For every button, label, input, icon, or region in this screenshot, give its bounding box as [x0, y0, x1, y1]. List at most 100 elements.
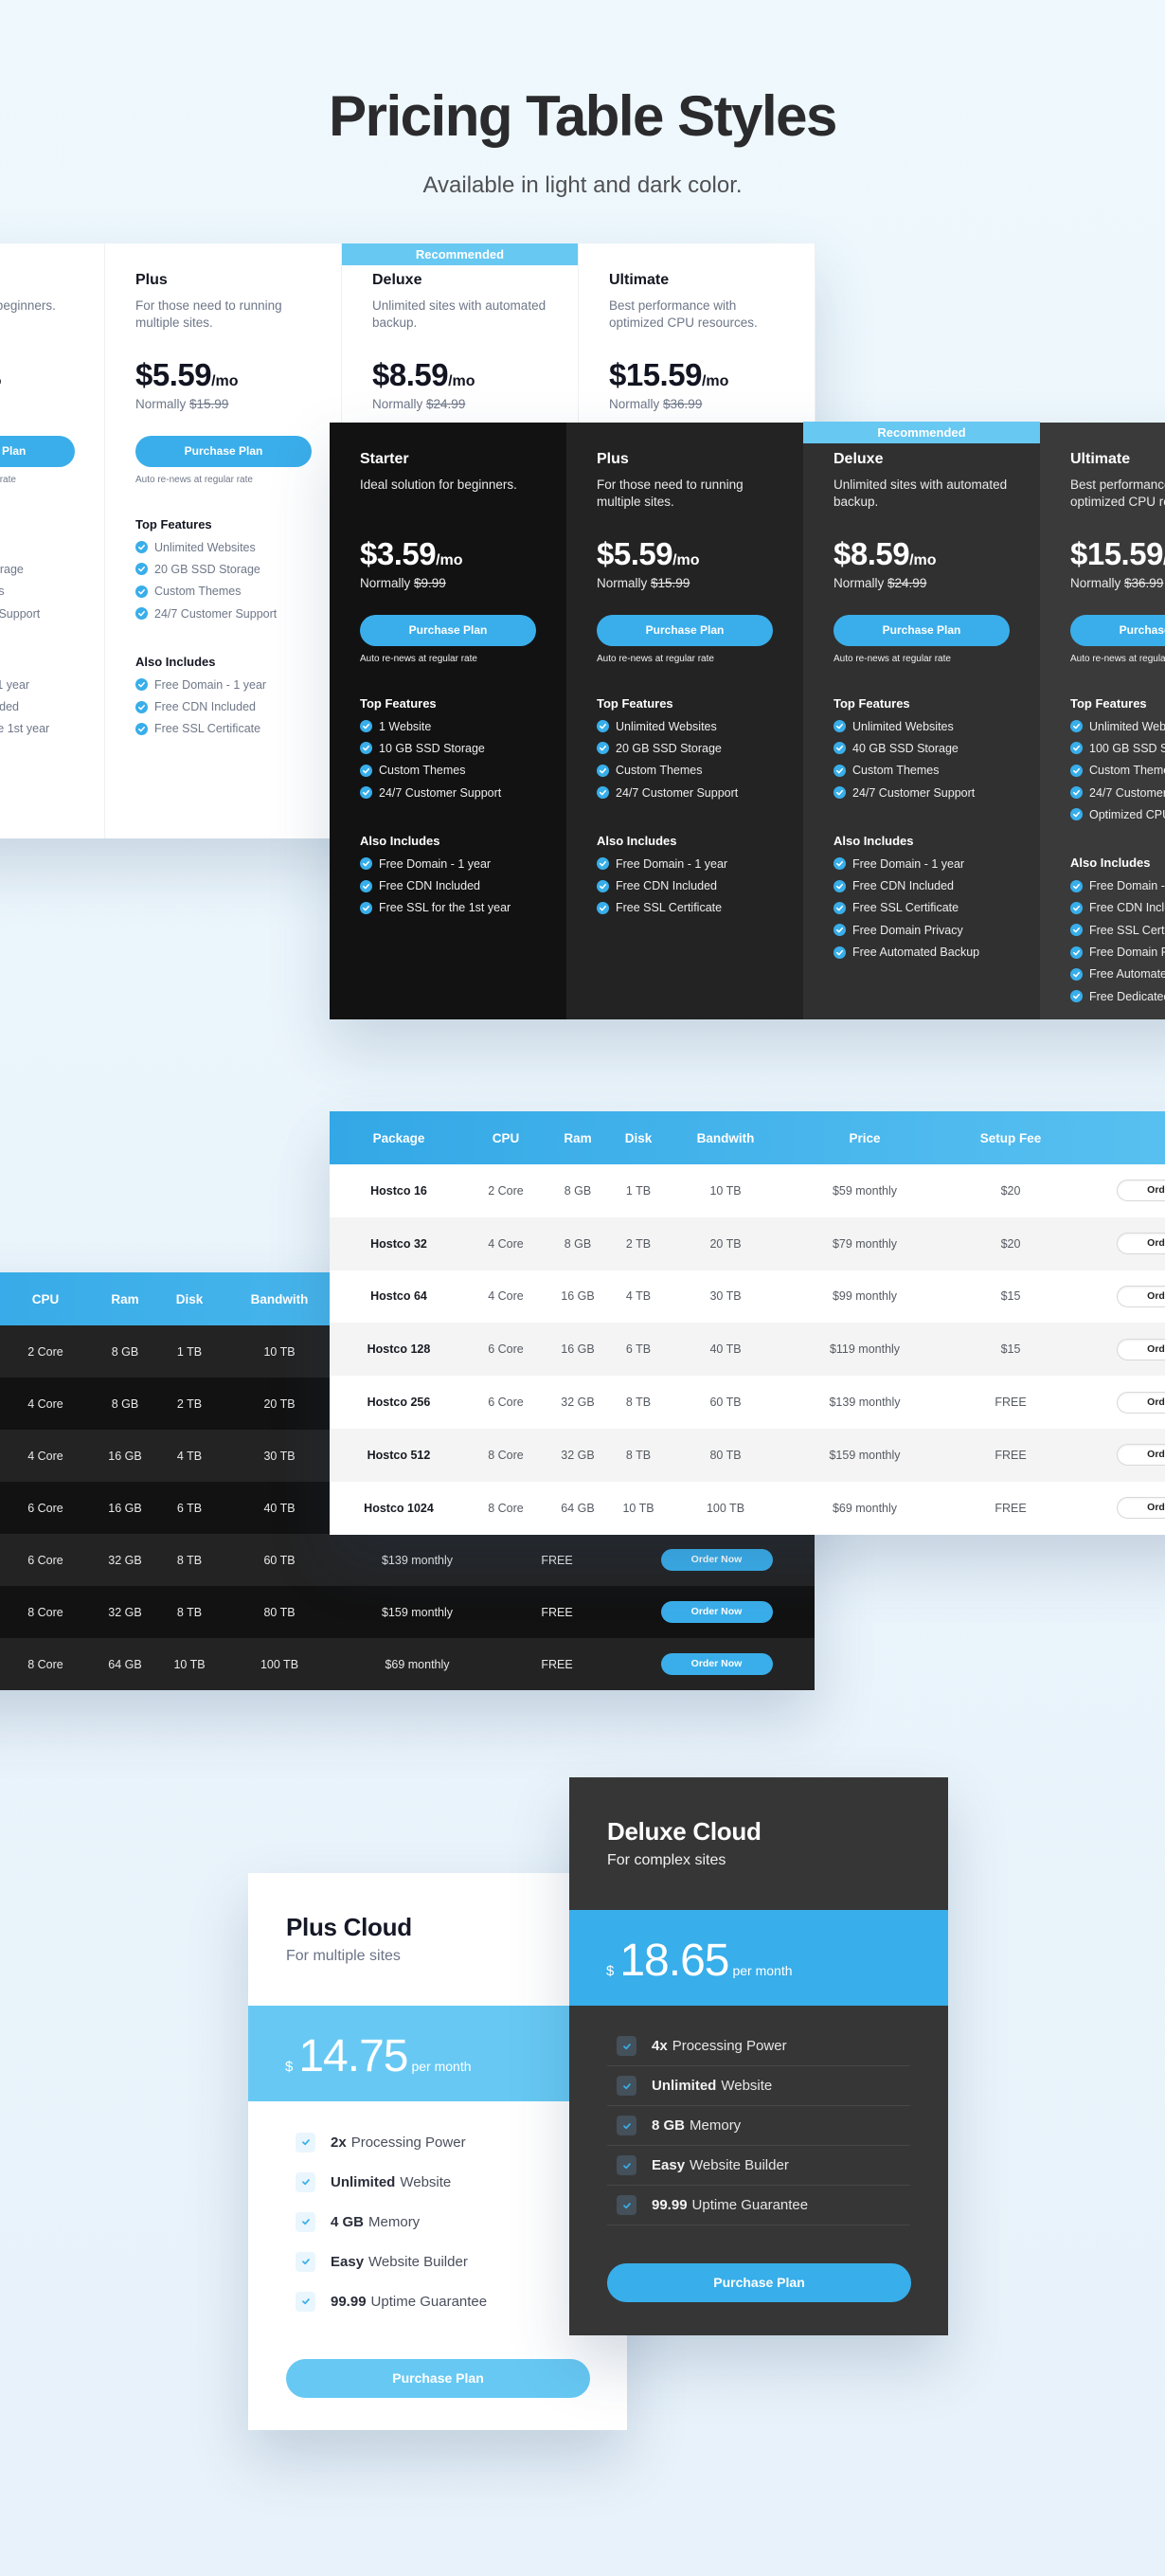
check-circle-icon [597, 786, 609, 800]
feature-label: Free Domain Privacy [852, 923, 963, 937]
purchase-plan-button[interactable]: Purchase Plan [1070, 615, 1165, 646]
feature-item: 99.99 Uptime Guarantee [607, 2186, 910, 2225]
table-cell: FREE [995, 1448, 1027, 1462]
normal-price-label: Normally [360, 576, 411, 590]
table-cell-action: Order Now [618, 1638, 815, 1690]
column-header: Ram [111, 1291, 139, 1306]
feature-label: Custom Themes [154, 585, 242, 599]
table-cell: 64 GB [561, 1501, 595, 1515]
normal-price-label: Normally [833, 576, 885, 590]
price-amount: $8.59 [833, 536, 910, 571]
also-includes-list: Free Domain - 1 year Free CDN Included Fre… [597, 853, 773, 919]
order-now-button[interactable]: Order Now [660, 1653, 773, 1675]
normal-price: Normally $15.99 [135, 397, 311, 411]
feature-label: Optimized CPU [1089, 807, 1165, 821]
feature-item: Free SSL Certificate [135, 718, 311, 740]
normal-price-value: $24.99 [426, 397, 466, 411]
also-includes-list: Free Domain - 1 year Free CDN Included Fre… [135, 674, 311, 740]
table-cell: 8 TB [625, 1448, 652, 1462]
feature-label: Custom Themes [1089, 764, 1165, 778]
order-now-button[interactable]: Order Now [1117, 1233, 1165, 1255]
feature-item: Free Domain Privacy [833, 919, 1010, 941]
table-cell: FREE [541, 1605, 573, 1619]
column-header: Package [372, 1130, 425, 1145]
purchase-plan-button[interactable]: Purchase Plan [597, 615, 773, 646]
table-row: Hostco 128 6 Core 16 GB 6 TB 40 TB $119 month… [330, 1323, 1165, 1377]
feature-item: Unlimited Websites [1070, 715, 1165, 737]
checkbox-check-icon [296, 2291, 315, 2312]
purchase-plan-button[interactable]: Purchase Plan [135, 436, 312, 467]
feature-label: Unlimited Websites [154, 540, 256, 554]
table-cell: 80 TB [263, 1605, 296, 1619]
price-amount: $3.59 [360, 536, 437, 571]
table-header-row: Package CPU Ram Disk Bandwith Price Setup Fee [330, 1111, 1165, 1164]
table-cell: 2 Core [27, 1344, 63, 1359]
also-includes-heading: Also Includes [597, 834, 677, 849]
cloud-plan-subtitle: For multiple sites [286, 1948, 401, 1964]
table-cell: FREE [541, 1553, 573, 1567]
feature-label: Unlimited Websites [1089, 719, 1165, 733]
feature-label: Processing Power [350, 2134, 466, 2151]
package-name: Hostco 256 [367, 1396, 431, 1410]
table-row: Hostco 512 8 Core 32 GB 8 TB 80 TB $159 month… [330, 1428, 1165, 1482]
order-now-button[interactable]: Order Now [660, 1549, 773, 1571]
check-circle-icon [135, 700, 148, 713]
plan-description: Best performance with optimized CPU reso… [1070, 477, 1165, 509]
plan-description: Ideal solution for beginners. [360, 477, 517, 492]
order-now-button[interactable]: Order Now [1117, 1180, 1165, 1202]
feature-label: Free SSL Certificate [616, 901, 723, 915]
order-now-button[interactable]: Order Now [1117, 1338, 1165, 1360]
feature-item: Unlimited Websites [833, 715, 1010, 737]
package-name: Hostco 512 [367, 1448, 431, 1462]
feature-item: 4 GB Memory [286, 2202, 589, 2242]
pricing-table-dark: Starter Ideal solution for beginners. $3.5… [330, 422, 1165, 1019]
purchase-plan-button[interactable]: Purchase Plan [607, 2263, 911, 2302]
order-now-button[interactable]: Order Now [660, 1601, 773, 1623]
purchase-plan-button[interactable]: Purchase Plan [833, 615, 1010, 646]
feature-item: Free CDN Included [0, 695, 74, 717]
recommended-badge: Recommended [803, 422, 1040, 443]
purchase-plan-button[interactable]: Purchase Plan [286, 2359, 590, 2398]
table-cell: 6 Core [27, 1501, 63, 1515]
table-cell: 32 GB [561, 1448, 595, 1462]
price: $8.59/mo [372, 357, 547, 393]
order-now-button[interactable]: Order Now [1117, 1444, 1165, 1467]
feature-label: Free Automated Backup [1089, 967, 1165, 982]
check-circle-icon [360, 879, 372, 892]
column-header: Bandwith [696, 1130, 755, 1145]
check-circle-icon [833, 720, 846, 733]
check-circle-icon [1070, 901, 1083, 914]
feature-label: Free Automated Backup [852, 946, 980, 960]
feature-item: Free Automated Backup [833, 941, 1010, 963]
table-cell: 40 TB [709, 1342, 742, 1357]
table-cell: 8 GB [111, 1344, 139, 1359]
table-cell: 2 TB [176, 1396, 203, 1411]
table-cell: 8 TB [176, 1605, 203, 1619]
normal-price-value: $36.99 [663, 397, 703, 411]
feature-item: 24/7 Customer Support [135, 603, 311, 624]
feature-label: Processing Power [672, 2038, 787, 2054]
purchase-plan-button[interactable]: Purchase Plan [0, 436, 75, 467]
plan-name: Deluxe [833, 451, 884, 467]
table-cell-action: Order Now [618, 1534, 815, 1586]
feature-item: 10 GB SSD Storage [360, 737, 536, 759]
table-cell: $20 [1000, 1236, 1021, 1251]
order-now-button[interactable]: Order Now [1117, 1285, 1165, 1307]
order-now-button[interactable]: Order Now [1117, 1391, 1165, 1414]
purchase-plan-button[interactable]: Purchase Plan [360, 615, 536, 646]
check-circle-icon [833, 946, 846, 959]
order-now-button[interactable]: Order Now [1117, 1497, 1165, 1520]
feature-item: Free Domain - 1 year [135, 674, 311, 695]
feature-label: Unlimited Websites [852, 719, 954, 733]
cloud-plan-name: Plus Cloud [286, 1913, 412, 1941]
hosting-table-light: Package CPU Ram Disk Bandwith Price Setup Fee … [330, 1111, 1165, 1535]
feature-label: 10 GB SSD Storage [379, 741, 485, 755]
page-title: Pricing Table Styles [329, 84, 837, 148]
table-cell-action: Order Now [1078, 1482, 1165, 1535]
feature-label: Free Domain - 1 year [154, 677, 267, 692]
feature-label: Free Domain Privacy [1089, 946, 1165, 960]
feature-item: Free CDN Included [1070, 897, 1165, 919]
table-cell: $15 [1000, 1289, 1021, 1304]
checkbox-check-icon [296, 2132, 315, 2153]
check-circle-icon [1070, 879, 1083, 892]
